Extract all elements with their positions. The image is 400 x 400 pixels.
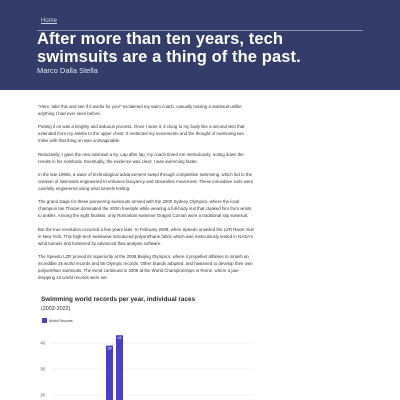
legend-label: World Records [49,318,73,323]
chart-title: Swimming world records per year, individ… [41,296,196,303]
article-paragraph: The Speedo LZR proved its superiority at… [38,254,253,280]
article-header: Home After more than ten years, tech swi… [0,0,400,90]
bar-data-label: 43 [118,336,122,340]
article-title: After more than ten years, tech swimsuit… [37,30,301,66]
author-byline: Marco Dalla Stella [37,66,98,75]
chart-canvas: 40 30 20 39 43 [40,335,253,400]
home-nav-link[interactable]: Home [41,18,57,24]
article-body: "Here, take this and see if it works for… [38,104,254,288]
bar [116,335,123,400]
article-paragraph: The grand stage for these pioneering swi… [38,199,252,219]
chart-legend: World Records [42,318,73,323]
legend-swatch [42,318,47,323]
bar-data-label: 39 [108,347,112,351]
article-paragraph: In the late 1990s, a wave of technologic… [38,172,254,191]
world-records-chart: 40 30 20 39 43 Swimming world records per ye… [38,296,268,400]
article-paragraph: Reluctantly, I gave the new swimsuit a t… [38,151,244,164]
y-tick-label: 20 [40,392,45,397]
article-paragraph: Putting it on was a lengthy and arduous … [38,124,245,144]
y-tick-label: 30 [40,366,45,371]
bar [106,345,113,400]
y-tick-label: 40 [40,340,45,345]
chart-subtitle: (2003-2022) [41,306,71,312]
article-paragraph: "Here, take this and see if it works for… [38,104,242,116]
article-paragraph: But the true revolution occurred a few y… [38,226,254,246]
